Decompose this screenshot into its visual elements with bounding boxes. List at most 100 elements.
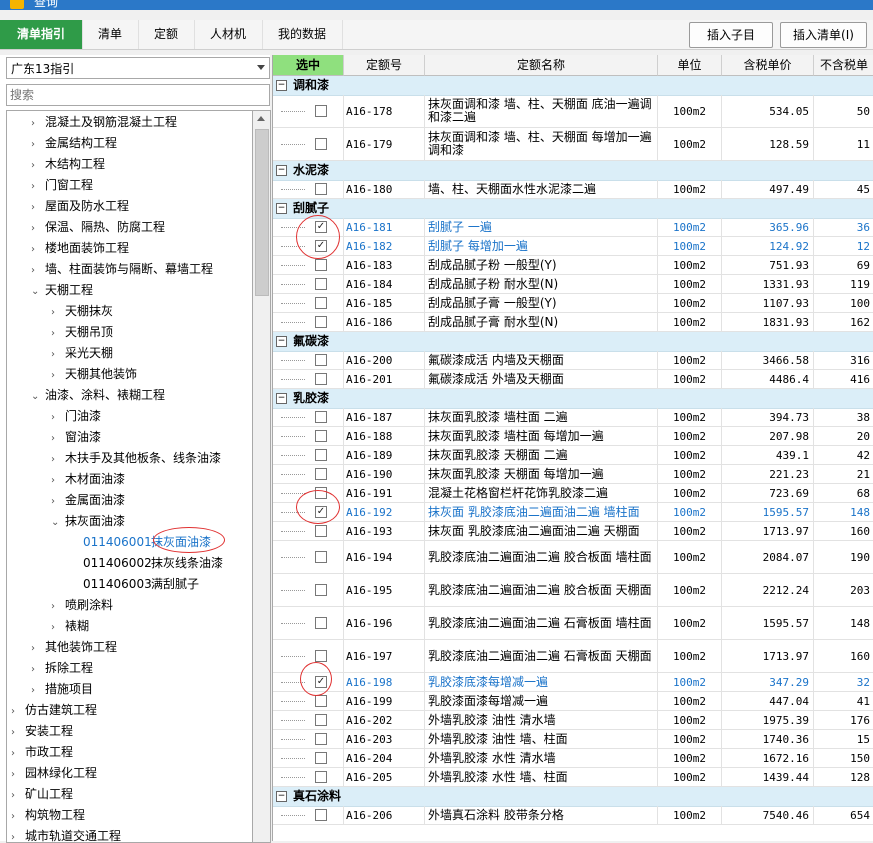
chevron-down-icon[interactable]: ⌄ <box>51 512 65 533</box>
tab-list[interactable]: 清单 <box>82 20 139 49</box>
chevron-right-icon[interactable]: › <box>51 365 65 386</box>
tree-item[interactable]: › 木结构工程 <box>31 154 105 175</box>
tree-item[interactable]: › 屋面及防水工程 <box>31 196 129 217</box>
tab-quota[interactable]: 定额 <box>138 20 195 49</box>
collapse-icon[interactable]: − <box>276 336 287 347</box>
table-row[interactable]: A16-184 刮成品腻子粉 耐水型(N) 100m2 1331.93 119 <box>273 275 873 294</box>
table-row[interactable]: ✓ A16-181 刮腻子 一遍 100m2 365.96 36 <box>273 218 873 237</box>
row-checkbox[interactable] <box>315 183 327 195</box>
row-checkbox[interactable] <box>315 278 327 290</box>
tree-item[interactable]: › 园林绿化工程 <box>11 763 97 784</box>
chevron-right-icon[interactable]: › <box>31 680 45 701</box>
table-row[interactable]: A16-194 乳胶漆底油二遍面油二遍 胶合板面 墙柱面 100m2 2084.07 1… <box>273 541 873 574</box>
tree-item[interactable]: 011406003满刮腻子 <box>69 574 199 595</box>
column-header-select[interactable]: 选中 <box>273 55 344 76</box>
tree-item[interactable]: › 木扶手及其他板条、线条油漆 <box>51 448 221 469</box>
tree-item[interactable]: 011406002抹灰线条油漆 <box>69 553 223 574</box>
column-header-code[interactable]: 定额号 <box>344 55 425 76</box>
column-header-unit[interactable]: 单位 <box>658 55 722 76</box>
scroll-up-icon[interactable] <box>257 116 265 121</box>
tree-item[interactable]: 011406001抹灰面油漆 <box>69 532 211 553</box>
table-row[interactable]: A16-189 抹灰面乳胶漆 天棚面 二遍 100m2 439.1 42 <box>273 446 873 465</box>
tree-item[interactable]: › 金属结构工程 <box>31 133 117 154</box>
tree-item[interactable]: › 楼地面装饰工程 <box>31 238 129 259</box>
group-row[interactable]: − 水泥漆 <box>273 161 873 181</box>
row-checkbox[interactable] <box>315 650 327 662</box>
tree-item[interactable]: › 木材面油漆 <box>51 469 125 490</box>
chevron-right-icon[interactable]: › <box>11 743 25 764</box>
table-row[interactable]: A16-197 乳胶漆底油二遍面油二遍 石膏板面 天棚面 100m2 1713.97 1… <box>273 640 873 673</box>
chevron-right-icon[interactable]: › <box>31 239 45 260</box>
chevron-right-icon[interactable]: › <box>11 764 25 785</box>
group-row[interactable]: − 调和漆 <box>273 76 873 96</box>
tree-item[interactable]: › 矿山工程 <box>11 784 73 805</box>
table-row[interactable]: A16-191 混凝土花格窗栏杆花饰乳胶漆二遍 100m2 723.69 68 <box>273 484 873 503</box>
chevron-right-icon[interactable]: › <box>31 113 45 134</box>
row-checkbox[interactable] <box>315 138 327 150</box>
chevron-right-icon[interactable]: › <box>51 596 65 617</box>
table-row[interactable]: A16-178 抹灰面调和漆 墙、柱、天棚面 底油一遍调和漆二遍 100m2 534.… <box>273 95 873 128</box>
chevron-right-icon[interactable]: › <box>51 617 65 638</box>
group-row[interactable]: − 乳胶漆 <box>273 389 873 409</box>
chevron-right-icon[interactable]: › <box>31 197 45 218</box>
chevron-right-icon[interactable]: › <box>51 302 65 323</box>
chevron-right-icon[interactable]: › <box>51 491 65 512</box>
tree-item[interactable]: › 采光天棚 <box>51 343 113 364</box>
table-row[interactable]: A16-200 氟碳漆成活 内墙及天棚面 100m2 3466.58 316 <box>273 351 873 370</box>
table-row[interactable]: A16-180 墙、柱、天棚面水性水泥漆二遍 100m2 497.49 45 <box>273 180 873 199</box>
tree-item[interactable]: › 门油漆 <box>51 406 101 427</box>
table-row[interactable]: A16-186 刮成品腻子膏 耐水型(N) 100m2 1831.93 162 <box>273 313 873 332</box>
row-checkbox[interactable] <box>315 771 327 783</box>
chevron-right-icon[interactable]: › <box>11 701 25 722</box>
tree-item[interactable]: › 墙、柱面装饰与隔断、幕墙工程 <box>31 259 213 280</box>
tree-item[interactable]: › 金属面油漆 <box>51 490 125 511</box>
chevron-right-icon[interactable]: › <box>31 155 45 176</box>
table-row[interactable]: A16-193 抹灰面 乳胶漆底油二遍面油二遍 天棚面 100m2 1713.97 16… <box>273 522 873 541</box>
tree-item[interactable]: › 仿古建筑工程 <box>11 700 97 721</box>
chevron-right-icon[interactable]: › <box>11 722 25 743</box>
row-checkbox[interactable]: ✓ <box>315 506 327 518</box>
table-row[interactable]: A16-199 乳胶漆面漆每增减一遍 100m2 447.04 41 <box>273 692 873 711</box>
row-checkbox[interactable] <box>315 525 327 537</box>
row-checkbox[interactable] <box>315 297 327 309</box>
table-row[interactable]: A16-196 乳胶漆底油二遍面油二遍 石膏板面 墙柱面 100m2 1595.57 1… <box>273 607 873 640</box>
collapse-icon[interactable]: − <box>276 393 287 404</box>
row-checkbox[interactable] <box>315 695 327 707</box>
tree-item[interactable]: › 保温、隔热、防腐工程 <box>31 217 165 238</box>
column-header-price[interactable]: 含税单价 <box>722 55 814 76</box>
row-checkbox[interactable] <box>315 430 327 442</box>
tree-item[interactable]: › 拆除工程 <box>31 658 93 679</box>
row-checkbox[interactable] <box>315 733 327 745</box>
table-row[interactable]: A16-204 外墙乳胶漆 水性 清水墙 100m2 1672.16 150 <box>273 749 873 768</box>
tree-item[interactable]: › 窗油漆 <box>51 427 101 448</box>
table-row[interactable]: A16-183 刮成品腻子粉 一般型(Y) 100m2 751.93 69 <box>273 256 873 275</box>
tree-scrollbar[interactable] <box>252 110 271 843</box>
tree-item[interactable]: ⌄ 天棚工程 <box>31 280 93 301</box>
row-checkbox[interactable] <box>315 714 327 726</box>
chevron-right-icon[interactable]: › <box>11 785 25 806</box>
chevron-right-icon[interactable]: › <box>31 176 45 197</box>
table-row[interactable]: ✓ A16-198 乳胶漆底漆每增减一遍 100m2 347.29 32 <box>273 673 873 692</box>
row-checkbox[interactable] <box>315 373 327 385</box>
chevron-right-icon[interactable]: › <box>51 428 65 449</box>
tree-item[interactable]: › 构筑物工程 <box>11 805 85 826</box>
column-header-name[interactable]: 定额名称 <box>425 55 658 76</box>
table-row[interactable]: A16-195 乳胶漆底油二遍面油二遍 胶合板面 天棚面 100m2 2212.24 2… <box>273 574 873 607</box>
tree-item[interactable]: › 措施项目 <box>31 679 93 700</box>
collapse-icon[interactable]: − <box>276 203 287 214</box>
chevron-right-icon[interactable]: › <box>31 659 45 680</box>
row-checkbox[interactable] <box>315 316 327 328</box>
collapse-icon[interactable]: − <box>276 165 287 176</box>
tab-my-data[interactable]: 我的数据 <box>262 20 343 49</box>
tree-item[interactable]: › 天棚吊顶 <box>51 322 113 343</box>
chevron-down-icon[interactable]: ⌄ <box>31 281 45 302</box>
row-checkbox[interactable] <box>315 354 327 366</box>
table-row[interactable]: A16-179 抹灰面调和漆 墙、柱、天棚面 每增加一遍调和漆 100m2 128.5… <box>273 128 873 161</box>
insert-list-button[interactable]: 插入清单(I) <box>780 22 867 48</box>
group-row[interactable]: − 氟碳漆 <box>273 332 873 352</box>
row-checkbox[interactable]: ✓ <box>315 240 327 252</box>
table-row[interactable]: A16-187 抹灰面乳胶漆 墙柱面 二遍 100m2 394.73 38 <box>273 408 873 427</box>
tree-item[interactable]: › 天棚其他装饰 <box>51 364 137 385</box>
tab-materials[interactable]: 人材机 <box>194 20 263 49</box>
chevron-right-icon[interactable]: › <box>51 344 65 365</box>
